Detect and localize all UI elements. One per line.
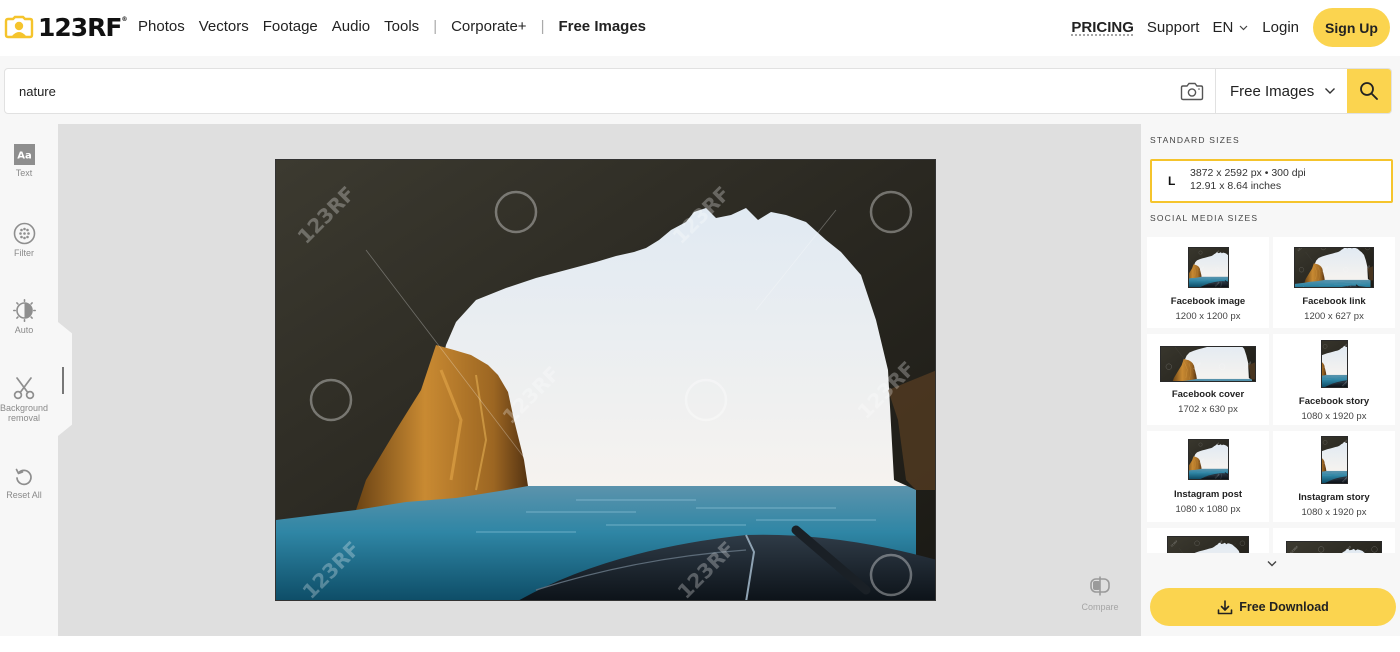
size-name: Instagram post	[1173, 489, 1243, 500]
size-dims: 1080 x 1920 px	[1301, 411, 1367, 422]
social-size-more-1[interactable]: 123RF 123RF 123RF 123RF 123RF 123RF	[1147, 528, 1269, 553]
nav-link-vectors[interactable]: Vectors	[199, 18, 249, 35]
size-inches: 12.91 x 8.64 inches	[1190, 180, 1282, 192]
social-size-more-2[interactable]: 123RF 123RF 123RF 123RF 123RF 123RF	[1273, 528, 1395, 553]
auto-contrast-icon	[12, 299, 36, 322]
language-selector[interactable]: EN	[1212, 19, 1248, 36]
download-icon	[1217, 599, 1233, 614]
search-type-selected: Free Images	[1230, 82, 1315, 100]
size-name: Facebook cover	[1171, 389, 1245, 400]
nav-link-tools[interactable]: Tools	[384, 18, 419, 35]
tool-auto[interactable]: Auto	[0, 299, 48, 335]
search-type-dropdown[interactable]: Free Images	[1215, 69, 1347, 113]
logo-text: 123RF®	[38, 12, 128, 42]
preview-image[interactable]: 123RF 123RF 123RF 123RF 123RF 123RF	[275, 159, 936, 601]
compare-button[interactable]: Compare	[1078, 576, 1122, 612]
size-dims: 1080 x 1080 px	[1175, 504, 1241, 515]
size-name: Instagram story	[1298, 492, 1370, 503]
thumbnail: 123RF 123RF 123RF 123RF 123RF 123RF	[1294, 247, 1374, 288]
language-label: EN	[1212, 19, 1234, 36]
size-letter: L	[1168, 174, 1176, 188]
social-size-facebook-link[interactable]: 123RF 123RF 123RF 123RF 123RF 123RF Face…	[1273, 237, 1395, 328]
thumbnail: 123RF 123RF 123RF 123RF 123RF 123RF	[1286, 541, 1382, 553]
nav-separator: |	[433, 18, 438, 35]
chevron-down-icon[interactable]	[1266, 560, 1278, 568]
size-options-panel: STANDARD SIZES L 3872 x 2592 px • 300 dp…	[1141, 124, 1400, 636]
filter-icon	[13, 222, 35, 245]
sea-cave-photo: 123RF 123RF 123RF 123RF 123RF 123RF	[276, 160, 935, 600]
tool-label: Background removal	[0, 403, 49, 423]
tool-label: Reset All	[6, 490, 42, 500]
social-size-facebook-cover[interactable]: 123RF 123RF 123RF 123RF 123RF 123RF Face…	[1147, 334, 1269, 425]
social-sizes-title: SOCIAL MEDIA SIZES	[1150, 213, 1259, 223]
size-name: Facebook image	[1170, 296, 1246, 307]
thumbnail: 123RF 123RF 123RF 123RF 123RF 123RF	[1167, 536, 1249, 553]
logo-mark-icon	[4, 15, 34, 39]
support-link[interactable]: Support	[1147, 19, 1200, 36]
nav-link-footage[interactable]: Footage	[263, 18, 318, 35]
tool-filter[interactable]: Filter	[0, 222, 48, 258]
reset-icon	[15, 468, 32, 486]
chevron-down-icon	[1325, 88, 1336, 94]
nav-link-free-images[interactable]: Free Images	[558, 18, 646, 35]
tool-reset-all[interactable]: Reset All	[0, 467, 48, 500]
free-download-button[interactable]: Free Download	[1150, 588, 1396, 626]
size-name: Facebook link	[1302, 296, 1366, 307]
standard-size-option-large[interactable]: L 3872 x 2592 px • 300 dpi 12.91 x 8.64 …	[1150, 159, 1393, 203]
search-strip: Free Images	[0, 56, 1400, 124]
free-download-label: Free Download	[1239, 600, 1329, 614]
thumbnail: 123RF 123RF 123RF 123RF 123RF 123RF	[1321, 340, 1348, 388]
compare-label: Compare	[1081, 602, 1119, 612]
thumbnail: 123RF 123RF 123RF 123RF 123RF 123RF	[1321, 436, 1348, 484]
svg-text:Aa: Aa	[17, 151, 32, 162]
editor-tool-sidebar: Aa Text Filter Auto Background removal R…	[0, 124, 58, 636]
visual-search-button[interactable]	[1169, 69, 1215, 113]
social-size-grid[interactable]: 123RF 123RF 123RF 123RF 123RF 123RF Face…	[1147, 237, 1397, 553]
pricing-link[interactable]: PRICING	[1071, 19, 1134, 36]
account-nav: PRICING Support EN Login Sign Up	[1071, 8, 1390, 47]
search-button[interactable]	[1347, 69, 1391, 113]
thumbnail: 123RF 123RF 123RF 123RF 123RF 123RF	[1188, 247, 1229, 288]
thumbnail: 123RF 123RF 123RF 123RF 123RF 123RF	[1188, 439, 1229, 480]
text-aa-icon: Aa	[13, 144, 35, 165]
tool-label: Filter	[14, 248, 34, 258]
nav-link-audio[interactable]: Audio	[332, 18, 370, 35]
size-name: Facebook story	[1298, 396, 1370, 407]
size-pixels: 3872 x 2592 px • 300 dpi	[1190, 167, 1306, 179]
top-navigation: 123RF® Photos Vectors Footage Audio Tool…	[0, 0, 1400, 56]
chevron-down-icon	[1239, 25, 1248, 30]
compare-icon	[1090, 576, 1110, 596]
tool-background-removal[interactable]: Background removal	[0, 376, 48, 423]
size-dims: 1200 x 1200 px	[1175, 311, 1241, 322]
nav-link-corporate-plus[interactable]: Corporate+	[451, 18, 526, 35]
size-dims: 1702 x 630 px	[1178, 404, 1238, 415]
tool-text[interactable]: Aa Text	[0, 144, 48, 178]
login-link[interactable]: Login	[1262, 19, 1299, 36]
sidebar-active-notch	[58, 322, 72, 436]
size-dims: 1200 x 627 px	[1304, 311, 1364, 322]
sign-up-button[interactable]: Sign Up	[1313, 8, 1390, 47]
scissors-icon	[13, 377, 35, 400]
logo-123rf[interactable]: 123RF®	[4, 12, 128, 42]
thumbnail: 123RF 123RF 123RF 123RF 123RF 123RF	[1160, 346, 1256, 382]
size-dims: 1080 x 1920 px	[1301, 507, 1367, 518]
main-nav-links: Photos Vectors Footage Audio Tools | Cor…	[138, 18, 660, 35]
resize-handle[interactable]	[62, 367, 64, 394]
tool-label: Auto	[14, 325, 34, 335]
tool-label: Text	[15, 168, 33, 178]
search-icon	[1360, 82, 1378, 100]
standard-sizes-title: STANDARD SIZES	[1150, 135, 1240, 145]
social-size-facebook-image[interactable]: 123RF 123RF 123RF 123RF 123RF 123RF Face…	[1147, 237, 1269, 328]
camera-icon	[1180, 82, 1204, 100]
social-size-instagram-story[interactable]: 123RF 123RF 123RF 123RF 123RF 123RF Inst…	[1273, 431, 1395, 522]
social-size-facebook-story[interactable]: 123RF 123RF 123RF 123RF 123RF 123RF Face…	[1273, 334, 1395, 425]
search-input[interactable]	[5, 69, 1169, 113]
page-bottom-margin	[0, 636, 1400, 652]
social-size-instagram-post[interactable]: 123RF 123RF 123RF 123RF 123RF 123RF Inst…	[1147, 431, 1269, 522]
nav-link-photos[interactable]: Photos	[138, 18, 185, 35]
search-bar: Free Images	[4, 68, 1392, 114]
nav-separator: |	[540, 18, 545, 35]
